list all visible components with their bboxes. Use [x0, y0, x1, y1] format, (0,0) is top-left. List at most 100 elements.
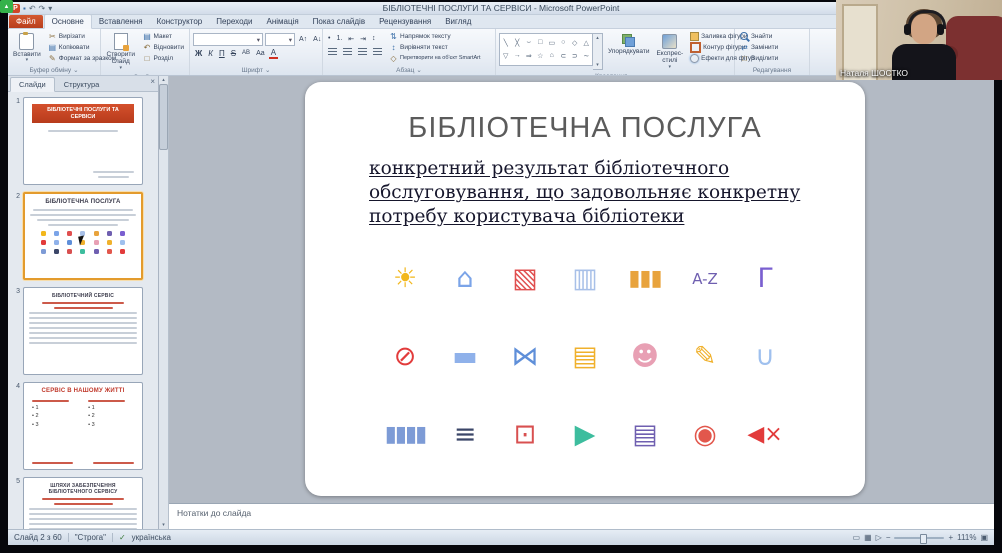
shape-option[interactable]: ☆	[537, 52, 543, 60]
tab-Показ слайдів[interactable]: Показ слайдів	[306, 15, 372, 28]
tab-Вигляд[interactable]: Вигляд	[438, 15, 478, 28]
line-spacing-button[interactable]: ↕	[370, 33, 378, 44]
reset-button[interactable]: ↶ Відновити	[141, 42, 186, 52]
open-pages-icon[interactable]: ∪	[735, 335, 795, 379]
slide-body[interactable]: конкретний результат бібліотечного обслуг…	[369, 157, 865, 229]
slide-thumbnail-5[interactable]: 5 ШЛЯХИ ЗАБЕЗПЕЧЕННЯ БІБЛІОТЕЧНОГО СЕРВІС…	[10, 477, 156, 529]
justify-button[interactable]	[371, 46, 384, 57]
strikethrough-button[interactable]: S	[229, 48, 238, 59]
shape-option[interactable]: □	[538, 39, 542, 47]
quick-styles-dropdown-icon[interactable]: ▾	[669, 64, 672, 71]
thumbnail-preview[interactable]: БІБЛІОТЕЧНИЙ СЕРВІС	[23, 287, 143, 375]
shapes-gallery-scrollbar[interactable]: ▴ ▾	[593, 33, 603, 70]
new-slide-button[interactable]: Створити слайд ▾	[104, 31, 138, 73]
shape-option[interactable]: △	[584, 39, 589, 47]
open-book-icon[interactable]: ⋈	[495, 335, 555, 379]
language-indicator[interactable]: українська	[132, 533, 171, 542]
card-catalog-icon[interactable]: ▤	[555, 335, 615, 379]
panel-scrollbar[interactable]: ▴ ▾	[159, 76, 169, 529]
library-building-icon[interactable]: ⌂	[435, 257, 495, 301]
slide-title[interactable]: БІБЛІОТЕЧНА ПОСЛУГА	[305, 112, 865, 145]
lightbulb-icon[interactable]: ☀	[375, 257, 435, 301]
view-normal-button[interactable]: ▭	[853, 533, 861, 542]
shape-option[interactable]: ⌣	[526, 39, 531, 47]
bold-button[interactable]: Ж	[193, 48, 204, 59]
select-button[interactable]: □ Виділити	[738, 53, 780, 63]
undo-icon[interactable]: ↶	[29, 4, 36, 13]
scrollbar-down-icon[interactable]: ▾	[162, 522, 165, 528]
shape-option[interactable]: ▭	[548, 39, 555, 47]
slide-thumbnail-2[interactable]: 2 БІБЛІОТЕЧНА ПОСЛУГА	[10, 192, 156, 280]
paragraph-dialog-launcher-icon[interactable]: ⌄	[416, 66, 421, 74]
text-direction-button[interactable]: ⇅ Напрямок тексту	[387, 31, 483, 41]
section-button[interactable]: □ Розділ	[141, 53, 186, 63]
replace-button[interactable]: ⇄ Замінити	[738, 42, 780, 52]
tab-Рецензування[interactable]: Рецензування	[372, 15, 438, 28]
qat-dropdown-icon[interactable]: ▾	[48, 4, 52, 13]
find-button[interactable]: Знайти	[738, 31, 780, 41]
notes-panel[interactable]: Нотатки до слайда	[169, 503, 994, 529]
tab-Файл[interactable]: Файл	[9, 15, 43, 28]
thumbnail-preview[interactable]: БІБЛІОТЕЧНІ ПОСЛУГИ ТА СЕРВІСИ	[23, 97, 143, 185]
slide-thumbnail-1[interactable]: 1 БІБЛІОТЕЧНІ ПОСЛУГИ ТА СЕРВІСИ	[10, 97, 156, 185]
shape-option[interactable]: ╳	[515, 39, 519, 47]
locker-shelf-icon[interactable]: ▥	[555, 257, 615, 301]
align-center-button[interactable]	[341, 46, 354, 57]
shape-option[interactable]: ∼	[583, 52, 589, 60]
thumbnail-preview[interactable]: БІБЛІОТЕЧНА ПОСЛУГА	[23, 192, 143, 280]
underline-button[interactable]: П	[217, 48, 227, 59]
shape-option[interactable]: ◇	[572, 39, 577, 47]
save-icon[interactable]: ▪	[23, 4, 26, 13]
layout-button[interactable]: ▤ Макет	[141, 31, 186, 41]
reading-bed-icon[interactable]: ▬	[435, 335, 495, 379]
slide-indicator[interactable]: Слайд 2 з 60	[14, 533, 62, 542]
video-participant[interactable]: Наталя ШОСТКО	[836, 0, 1002, 80]
redo-icon[interactable]: ↷	[39, 4, 46, 13]
thumbnail-preview[interactable]: СЕРВІС В НАШОМУ ЖИТТІ • 1 • 2 • 3 • 1 • 2 • 3	[23, 382, 143, 470]
tab-Анімація[interactable]: Анімація	[259, 15, 305, 28]
font-size-select[interactable]: ▾	[265, 33, 295, 46]
tab-Конструктор[interactable]: Конструктор	[150, 15, 210, 28]
change-case-button[interactable]: Аа	[254, 48, 267, 59]
smartart-button[interactable]: ◇ Перетворити на об'єкт SmartArt	[387, 53, 483, 63]
theme-name[interactable]: "Строга"	[75, 533, 106, 542]
new-slide-dropdown-icon[interactable]: ▾	[120, 65, 123, 72]
quick-styles-button[interactable]: Експрес-стилі ▾	[654, 31, 685, 72]
zoom-slider[interactable]	[894, 533, 945, 544]
align-text-button[interactable]: ↕ Вирівняти текст	[387, 42, 483, 52]
grow-font-button[interactable]: А↑	[297, 34, 309, 45]
clipboard-dialog-launcher-icon[interactable]: ⌄	[73, 66, 78, 74]
meeting-indicator-icon[interactable]: ▲	[0, 0, 13, 13]
zoom-in-button[interactable]: +	[948, 533, 953, 542]
shape-option[interactable]: ⇒	[526, 52, 532, 60]
slide-icon-grid[interactable]: ☀ ⌂ ▧ ▥ ▮▮▮ A-Z Γ ⊘ ▬ ⋈ ▤ ☻ ✎ ∪ ▮▮▮▮ ≡ ⊡ ▶ ▤ ◉ ◀×	[305, 257, 865, 457]
paste-button[interactable]: Вставити ▾	[11, 31, 43, 65]
font-dialog-launcher-icon[interactable]: ⌄	[265, 66, 270, 74]
no-smoking-icon[interactable]: ⊘	[375, 335, 435, 379]
shape-option[interactable]: ⊂	[560, 52, 566, 60]
spellcheck-icon[interactable]: ✓	[119, 533, 126, 542]
scrollbar-up-icon[interactable]: ▴	[162, 77, 165, 83]
desk-lamp-icon[interactable]: Γ	[735, 257, 795, 301]
align-left-button[interactable]	[326, 46, 339, 57]
shape-option[interactable]: ○	[561, 39, 565, 47]
italic-button[interactable]: К	[206, 48, 215, 59]
shapes-gallery[interactable]: ╲ ╳ ⌣ □ ▭ ○ ◇ △ ▽ → ⇒ ☆ ⌂ ⊂ ⊃ ∼	[499, 33, 593, 66]
font-name-select[interactable]: ▾	[193, 33, 263, 46]
shapes-scroll-down-icon[interactable]: ▾	[596, 62, 599, 68]
view-sorter-button[interactable]: ▦	[864, 533, 872, 542]
view-slideshow-button[interactable]: ▷	[876, 533, 882, 542]
slide-canvas[interactable]: БІБЛІОТЕЧНА ПОСЛУГА конкретний результат…	[305, 82, 865, 496]
slide-thumbnail-4[interactable]: 4 СЕРВІС В НАШОМУ ЖИТТІ • 1 • 2 • 3 • 1 • 2 • 3	[10, 382, 156, 470]
arrange-button[interactable]: Упорядкувати	[606, 31, 651, 72]
scrollbar-thumb[interactable]	[159, 84, 168, 150]
shape-option[interactable]: →	[514, 52, 521, 60]
location-pin-icon[interactable]: ◉	[675, 413, 735, 457]
panel-tab-Структура[interactable]: Структура	[56, 78, 108, 91]
ebook-arrow-icon[interactable]: ▶	[555, 413, 615, 457]
computer-icon[interactable]: ⊡	[495, 413, 555, 457]
shrink-font-button[interactable]: А↓	[311, 34, 323, 45]
character-spacing-button[interactable]: АВ	[240, 48, 252, 59]
fit-window-button[interactable]: ▣	[980, 533, 988, 542]
barcode-icon[interactable]: ▮▮▮▮	[375, 413, 435, 457]
